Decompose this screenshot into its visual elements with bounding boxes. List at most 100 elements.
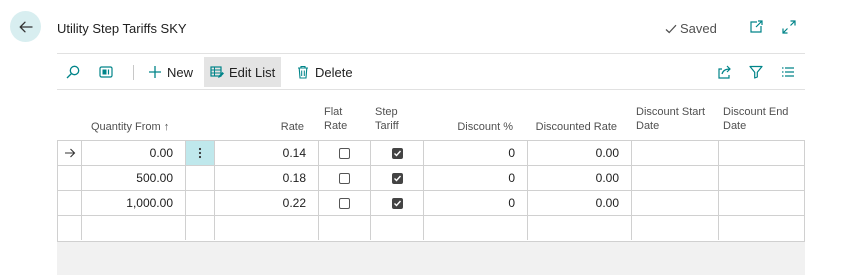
discount-start-date-cell[interactable] — [632, 141, 719, 165]
quantity-from-cell[interactable]: 0.00 — [82, 141, 186, 165]
column-header-step-tariff[interactable]: Step Tariff — [375, 105, 399, 133]
step-tariff-checkbox[interactable] — [391, 147, 403, 159]
row-selector[interactable] — [58, 166, 82, 190]
row-actions-button[interactable] — [186, 141, 215, 165]
column-header-discounted-rate[interactable]: Discounted Rate — [530, 120, 617, 134]
list-view-icon — [782, 67, 794, 77]
row-selector[interactable] — [58, 141, 82, 165]
column-header-flat-rate[interactable]: Flat Rate — [324, 105, 347, 133]
discount-end-date-cell[interactable] — [719, 191, 804, 215]
discounted-rate-cell[interactable]: 0.00 — [528, 191, 632, 215]
row-selector[interactable] — [58, 191, 82, 215]
saved-status: Saved — [664, 21, 717, 36]
column-header-discount-pct[interactable]: Discount % — [430, 120, 513, 134]
discount-start-date-cell[interactable] — [632, 216, 719, 240]
flat-rate-checkbox[interactable] — [339, 147, 350, 159]
edit-list-button[interactable]: Edit List — [204, 57, 282, 87]
delete-button[interactable]: Delete — [290, 57, 359, 87]
row-actions-cell[interactable] — [186, 216, 215, 240]
step-tariff-cell[interactable] — [371, 141, 424, 165]
discount-end-date-cell[interactable] — [719, 216, 804, 240]
column-header-discount-end-date[interactable]: Discount End Date — [723, 105, 788, 133]
new-button-label: New — [167, 64, 194, 80]
delete-button-label: Delete — [315, 64, 353, 80]
discount-end-date-cell[interactable] — [719, 166, 804, 190]
edit-list-button-label: Edit List — [229, 64, 276, 80]
column-header-discount-end-line1: Discount End — [723, 106, 789, 118]
row-actions-cell[interactable] — [186, 191, 215, 215]
quantity-from-cell[interactable]: 500.00 — [82, 166, 186, 190]
flat-rate-cell[interactable] — [319, 216, 371, 240]
column-header-discount-end-line2: Date — [723, 120, 747, 132]
flat-rate-cell[interactable] — [319, 166, 371, 190]
row-actions-cell[interactable] — [186, 166, 215, 190]
discount-pct-cell[interactable]: 0 — [424, 191, 528, 215]
quantity-from-cell[interactable]: 1,000.00 — [82, 191, 186, 215]
more-vertical-icon — [198, 147, 202, 159]
rate-cell[interactable]: 0.18 — [215, 166, 319, 190]
checkmark-icon — [393, 175, 401, 182]
list-view-button[interactable] — [779, 63, 797, 81]
expand-button[interactable] — [780, 18, 798, 36]
saved-label: Saved — [680, 21, 717, 36]
layout-button[interactable] — [97, 63, 115, 81]
step-tariff-checkbox[interactable] — [391, 197, 403, 209]
table-row[interactable]: 0.00 0.14 0 0.00 — [58, 141, 804, 166]
column-header-discount-start-line2: Date — [636, 120, 660, 132]
discount-pct-cell[interactable]: 0 — [424, 166, 528, 190]
search-icon — [66, 65, 80, 79]
column-header-step-tariff-line2: Tariff — [375, 120, 399, 132]
toolbar-separator — [133, 65, 134, 80]
flat-rate-cell[interactable] — [319, 141, 371, 165]
column-header-step-tariff-line1: Step — [375, 106, 398, 118]
toolbar-divider — [57, 89, 805, 90]
filter-button[interactable] — [747, 63, 765, 81]
row-selector[interactable] — [58, 216, 82, 240]
discounted-rate-cell[interactable] — [528, 216, 632, 240]
list-footer-area — [57, 242, 805, 275]
rate-cell[interactable]: 0.14 — [215, 141, 319, 165]
discount-start-date-cell[interactable] — [632, 166, 719, 190]
table-row[interactable]: 500.00 0.18 0 0.00 — [58, 166, 804, 191]
rate-cell[interactable]: 0.22 — [215, 191, 319, 215]
column-header-discount-start-line1: Discount Start — [636, 106, 706, 118]
search-button[interactable] — [64, 63, 82, 81]
header-divider — [57, 53, 805, 54]
checkmark-icon — [393, 200, 401, 207]
column-header-flat-rate-line2: Rate — [324, 120, 348, 132]
new-button[interactable]: New — [142, 57, 199, 87]
trash-icon — [298, 65, 308, 79]
action-toolbar: New Edit List Delete — [57, 55, 805, 89]
tariff-grid: 0.00 0.14 0 0.00 500.00 0.18 0 0.00 1,00… — [57, 140, 805, 242]
column-header-flat-rate-line1: Flat — [324, 106, 343, 118]
step-tariff-cell[interactable] — [371, 191, 424, 215]
rate-cell[interactable] — [215, 216, 319, 240]
step-tariff-cell[interactable] — [371, 216, 424, 240]
column-header-discount-start-date[interactable]: Discount Start Date — [636, 105, 705, 133]
discount-pct-cell[interactable] — [424, 216, 528, 240]
discount-start-date-cell[interactable] — [632, 191, 719, 215]
table-row[interactable]: 1,000.00 0.22 0 0.00 — [58, 191, 804, 216]
step-tariff-cell[interactable] — [371, 166, 424, 190]
plus-icon — [149, 66, 161, 78]
column-header-rate[interactable]: Rate — [260, 120, 304, 134]
layout-icon — [99, 66, 113, 78]
page-title: Utility Step Tariffs SKY — [57, 21, 187, 36]
flat-rate-checkbox[interactable] — [339, 172, 350, 184]
discount-end-date-cell[interactable] — [719, 141, 804, 165]
quantity-from-cell[interactable] — [82, 216, 186, 240]
share-icon — [718, 65, 731, 79]
table-row-empty[interactable] — [58, 216, 804, 241]
back-button[interactable] — [10, 11, 41, 42]
step-tariff-checkbox[interactable] — [391, 172, 403, 184]
column-header-quantity-from[interactable]: Quantity From ↑ — [91, 120, 169, 134]
share-button[interactable] — [715, 63, 733, 81]
flat-rate-cell[interactable] — [319, 191, 371, 215]
discounted-rate-cell[interactable]: 0.00 — [528, 166, 632, 190]
expand-icon — [782, 20, 796, 34]
discount-pct-cell[interactable]: 0 — [424, 141, 528, 165]
open-in-new-window-button[interactable] — [747, 18, 765, 36]
checkmark-icon — [665, 24, 677, 33]
flat-rate-checkbox[interactable] — [339, 197, 350, 209]
discounted-rate-cell[interactable]: 0.00 — [528, 141, 632, 165]
